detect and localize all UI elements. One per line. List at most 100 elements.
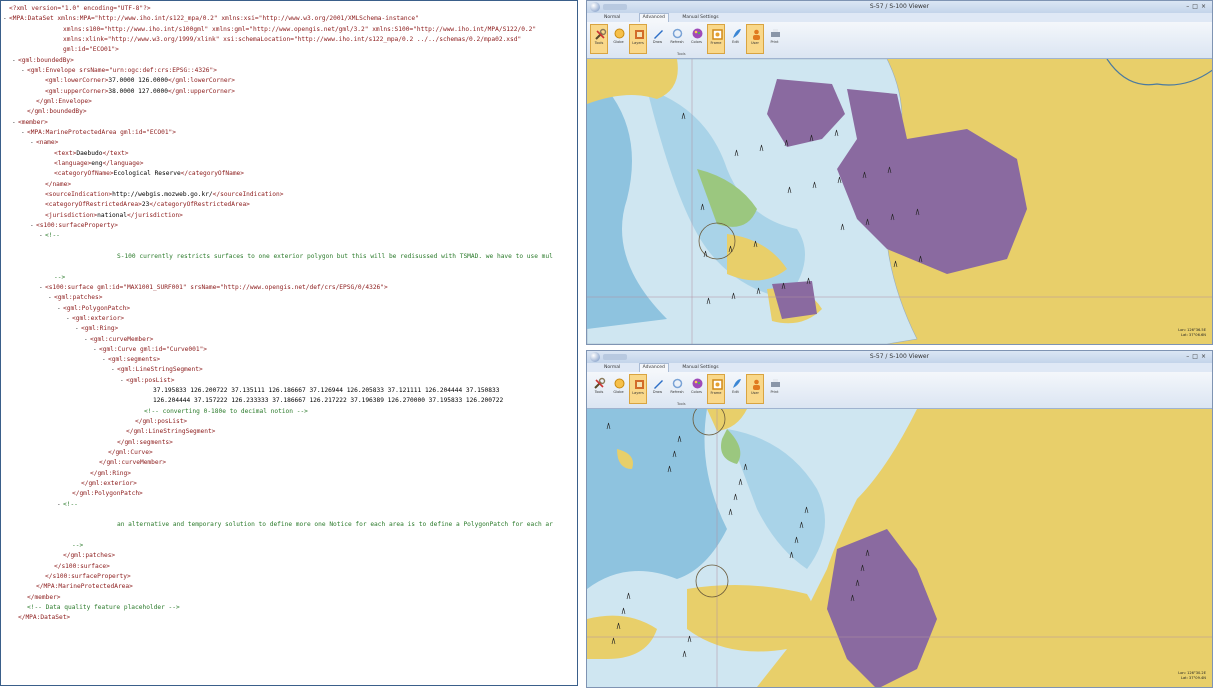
maximize-icon[interactable]: □ — [1192, 353, 1201, 360]
xml-tag: </name> — [45, 180, 72, 188]
ribbon-tab[interactable]: Manual Settings — [679, 364, 721, 372]
ribbon-button-label: Edit — [732, 390, 739, 394]
refresh-button[interactable]: Refresh — [668, 374, 686, 404]
ribbon-button-label: Colors — [691, 390, 702, 394]
xml-text-value: 37.195833 126.200722 37.135111 126.18666… — [153, 387, 500, 395]
xml-tag: </MPA:MarineProtectedArea> — [36, 583, 133, 591]
xml-comment: S-100 currently restricts surfaces to on… — [117, 252, 553, 260]
xml-text-value: 38.0000 127.0000 — [108, 87, 168, 95]
feather-button[interactable]: Edit — [727, 24, 745, 54]
xml-line: <!-- converting 0-180e to decimal notion… — [3, 407, 577, 417]
window-controls[interactable]: –□× — [1186, 353, 1209, 360]
xml-line: - <s100:surface gml:id="MAX1001_SURF001" … — [3, 283, 577, 293]
print-button[interactable]: Print — [766, 24, 784, 54]
xml-line: <?xml version="1.0" encoding="UTF-8"?> — [3, 4, 577, 14]
xml-line: </name> — [3, 180, 577, 190]
xml-line: - <gml:curveMember> — [3, 335, 577, 345]
xml-line: <gml:upperCorner>38.0000 127.0000</gml:u… — [3, 87, 577, 97]
window-controls[interactable]: –□× — [1186, 3, 1209, 10]
close-icon[interactable]: × — [1201, 353, 1209, 360]
circle-button[interactable]: Globe — [610, 24, 628, 54]
xml-tag: <gml:Curve gml:id="Curve001"> — [99, 345, 208, 353]
coordinate-value: Lat: 37°06.6N — [1180, 333, 1206, 337]
xml-tag: </gml:lowerCorner> — [167, 77, 236, 85]
close-icon[interactable]: × — [1201, 3, 1209, 10]
coordinate-value: Lat: 37°09.4N — [1180, 676, 1206, 680]
xml-line: - <gml:patches> — [3, 293, 577, 303]
layers-button[interactable]: Layers — [629, 374, 647, 404]
pen-icon — [652, 25, 665, 39]
chart-map-canvas[interactable]: Lon: 126°36.5E Lat: 37°06.6N — [587, 59, 1212, 344]
print-icon — [769, 25, 782, 38]
xml-tag: </gml:boundedBy> — [27, 108, 87, 116]
xml-tag: <gml:lowerCorner> — [45, 77, 109, 85]
xml-line: - <gml:Envelope srsName="urn:ogc:def:crs:… — [3, 66, 577, 76]
xml-line: - <!-- — [3, 500, 577, 510]
window-title: S-57 / S-100 Viewer — [869, 353, 930, 360]
layers-button[interactable]: Layers — [629, 24, 647, 54]
xml-line: an alternative and temporary solution to… — [3, 520, 577, 530]
feather-button[interactable]: Edit — [727, 374, 745, 404]
palette-button[interactable]: Colors — [688, 374, 706, 404]
xml-tag: <categoryOfRestrictedArea> — [45, 201, 142, 209]
xml-line: - <name> — [3, 138, 577, 148]
print-button[interactable]: Print — [766, 374, 784, 404]
xml-line: xmlns:s100="http://www.iho.int/s100gml" … — [3, 25, 577, 35]
xml-tag: </gml:curveMember> — [99, 459, 167, 467]
tools-button[interactable]: Tools — [590, 24, 608, 54]
xml-comment: an alternative and temporary solution to… — [117, 521, 553, 529]
ribbon-tab[interactable]: Advanced — [638, 13, 669, 22]
xml-tag: </member> — [27, 593, 61, 601]
frame-button[interactable]: Frame — [707, 374, 725, 404]
xml-line: <jurisdiction>national</jurisdiction> — [3, 211, 577, 221]
ribbon-group-label: Tools — [677, 402, 686, 406]
tools-button[interactable]: Tools — [590, 374, 608, 404]
person-button[interactable]: User — [746, 374, 764, 404]
xml-tag: <gml:Ring> — [81, 325, 119, 333]
ribbon-tab[interactable]: Normal — [601, 364, 623, 372]
circle-button[interactable]: Globe — [610, 374, 628, 404]
xml-comment: <!-- converting 0-180e to decimal notion… — [144, 407, 308, 415]
xml-line: <sourceIndication>http://webgis.mozweb.g… — [3, 190, 577, 200]
xml-tag: <sourceIndication> — [45, 190, 113, 198]
ribbon-tab[interactable]: Manual Settings — [679, 14, 721, 22]
xml-tag: <gml:segments> — [108, 356, 161, 364]
xml-tag: </text> — [102, 149, 129, 157]
xml-line: </gml:Envelope> — [3, 97, 577, 107]
circle-icon — [613, 25, 626, 39]
xml-line: </gml:PolygonPatch> — [3, 489, 577, 499]
xml-line: - <gml:Curve gml:id="Curve001"> — [3, 345, 577, 355]
ribbon-tab[interactable]: Normal — [601, 14, 623, 22]
pen-button[interactable]: Draw — [649, 374, 667, 404]
nautical-chart[interactable] — [587, 409, 1212, 687]
refresh-icon — [671, 375, 684, 389]
feather-icon — [730, 25, 743, 38]
xml-source-panel[interactable]: <?xml version="1.0" encoding="UTF-8"?> - <… — [0, 0, 578, 686]
xml-tag: </language> — [102, 159, 144, 167]
xml-tag: </sourceIndication> — [212, 190, 284, 198]
xml-tag: </gml:LineStringSegment> — [126, 428, 216, 436]
xml-tag: </categoryOfRestrictedArea> — [149, 201, 250, 209]
xml-line — [3, 531, 577, 541]
maximize-icon[interactable]: □ — [1192, 3, 1201, 10]
nautical-chart[interactable] — [587, 59, 1212, 344]
chart-map-canvas[interactable]: Lon: 126°30.2E Lat: 37°09.4N — [587, 409, 1212, 687]
palette-icon — [691, 375, 704, 389]
ribbon-tab[interactable]: Advanced — [638, 363, 669, 372]
xml-line: --> — [3, 541, 577, 551]
refresh-button[interactable]: Refresh — [668, 24, 686, 54]
xml-line: </s100:surfaceProperty> — [3, 572, 577, 582]
xml-line: gml:id="ECO01"> — [3, 45, 577, 55]
pen-button[interactable]: Draw — [649, 24, 667, 54]
palette-button[interactable]: Colors — [688, 24, 706, 54]
xml-tag: xmlns:xlink="http://www.w3.org/1999/xlin… — [63, 35, 522, 43]
frame-icon — [711, 26, 724, 40]
frame-button[interactable]: Frame — [707, 24, 725, 54]
cursor-coordinate-readout: Lon: 126°36.5E Lat: 37°06.6N — [1178, 328, 1206, 338]
ribbon-button-label: Globe — [613, 390, 624, 394]
xml-line — [3, 262, 577, 272]
layers-icon — [633, 26, 646, 39]
tools-icon — [594, 26, 607, 40]
xml-tag: <?xml version="1.0" encoding="UTF-8"?> — [9, 5, 151, 12]
person-button[interactable]: User — [746, 24, 764, 54]
